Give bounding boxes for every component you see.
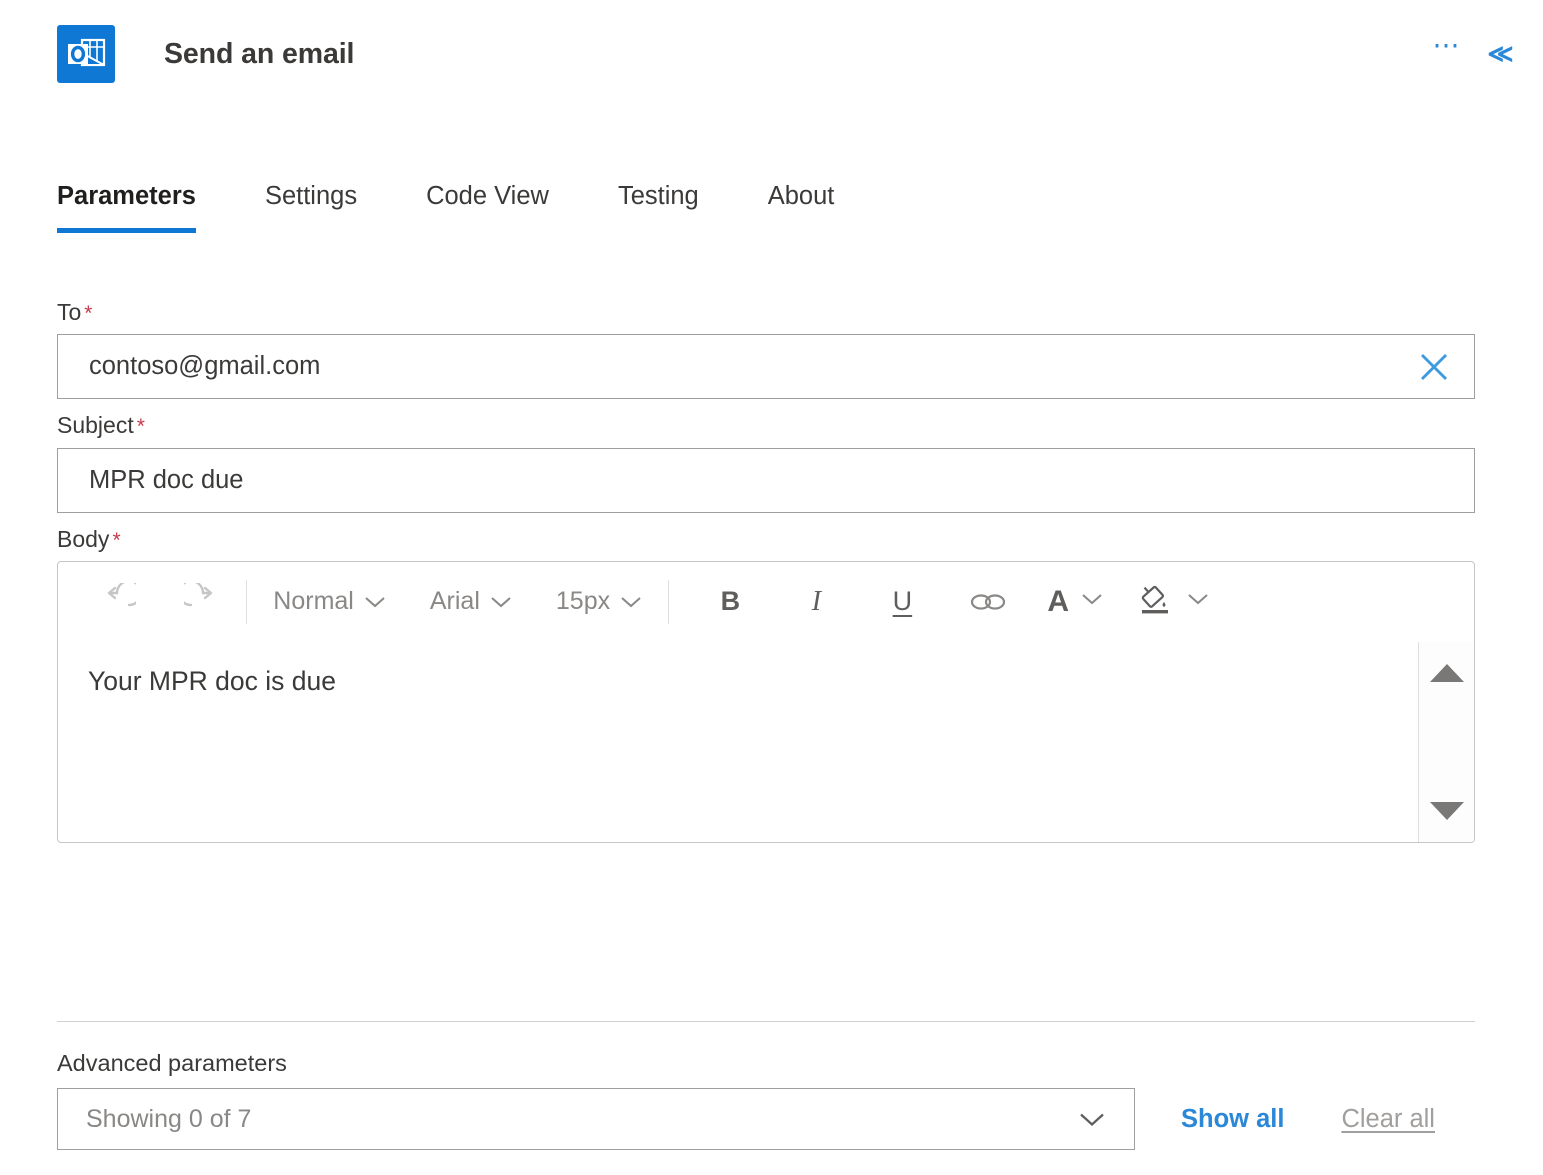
field-to-label: To *	[57, 299, 93, 325]
tab-testing[interactable]: Testing	[618, 178, 699, 233]
tab-about[interactable]: About	[768, 178, 835, 233]
chevron-down-icon	[490, 595, 512, 609]
undo-icon[interactable]	[90, 575, 144, 629]
bold-icon[interactable]: B	[703, 575, 757, 629]
italic-icon[interactable]: I	[789, 575, 843, 629]
tab-parameters[interactable]: Parameters	[57, 178, 196, 233]
font-family-value: Arial	[429, 587, 480, 616]
chevron-down-icon	[364, 595, 386, 609]
page-title: Send an email	[164, 37, 355, 70]
underline-label: U	[892, 586, 913, 617]
chevron-down-icon	[1081, 592, 1103, 611]
font-color-button[interactable]: A	[1047, 575, 1103, 629]
font-size-value: 15px	[555, 587, 611, 616]
close-icon[interactable]	[1416, 349, 1452, 385]
clear-all-link[interactable]: Clear all	[1341, 1105, 1435, 1134]
parameters-form: To* Subject* Body*	[57, 299, 1475, 851]
editor-scrollbar[interactable]	[1418, 641, 1474, 842]
chevron-down-icon	[1078, 1111, 1106, 1128]
link-icon[interactable]	[961, 575, 1015, 629]
advanced-parameters-label: Advanced parameters	[57, 1050, 287, 1076]
paragraph-style-value: Normal	[273, 587, 354, 616]
required-asterisk: *	[112, 528, 121, 552]
double-chevron-left-icon: ≪	[1487, 40, 1513, 68]
collapse-panel-button[interactable]: ≪	[1473, 28, 1525, 80]
tab-parameters-label: Parameters	[57, 182, 196, 210]
advanced-parameters-section: Advanced parameters Showing 0 of 7 Show …	[57, 1050, 1475, 1150]
tab-settings-label: Settings	[264, 182, 358, 210]
editor-body-text[interactable]: Your MPR doc is due	[88, 664, 1444, 698]
tab-settings[interactable]: Settings	[265, 178, 357, 233]
to-input-shell[interactable]	[57, 334, 1475, 400]
tab-code-view[interactable]: Code View	[426, 178, 549, 233]
tab-testing-label: Testing	[617, 182, 699, 210]
field-body-label: Body *	[57, 525, 121, 552]
outlook-icon	[57, 25, 115, 83]
underline-icon[interactable]: U	[875, 575, 929, 629]
section-divider	[57, 1021, 1475, 1023]
chevron-down-icon	[1187, 592, 1209, 611]
subject-input[interactable]	[58, 448, 1474, 512]
field-body: Body * Normal Arial 15px B I U A Your MP…	[57, 525, 1475, 843]
tab-bar: Parameters Settings Code View Testing Ab…	[57, 178, 834, 233]
highlight-color-button[interactable]	[1135, 575, 1209, 629]
subject-input-shell[interactable]	[57, 447, 1475, 513]
tab-code-view-label: Code View	[426, 182, 549, 210]
panel-header: Send an email ⋯ ≪	[0, 0, 1543, 108]
font-family-dropdown[interactable]: Arial	[420, 575, 522, 629]
redo-icon[interactable]	[176, 575, 230, 629]
field-subject-label: Subject *	[57, 412, 145, 439]
advanced-parameters-select[interactable]: Showing 0 of 7	[57, 1088, 1135, 1150]
to-input[interactable]	[58, 335, 1474, 399]
required-asterisk: *	[136, 415, 145, 439]
field-to: To *	[57, 299, 1475, 400]
triangle-up-icon[interactable]	[1429, 663, 1464, 682]
ellipsis-icon: ⋯	[1432, 30, 1462, 60]
more-options-button[interactable]: ⋯	[1421, 28, 1473, 80]
rich-text-editor: Normal Arial 15px B I U A Your MPR doc i…	[57, 560, 1475, 843]
show-all-link[interactable]: Show all	[1181, 1105, 1284, 1134]
font-color-icon: A	[1047, 584, 1070, 618]
triangle-down-icon[interactable]	[1429, 801, 1464, 820]
toolbar-divider	[668, 579, 670, 624]
required-asterisk: *	[84, 302, 93, 325]
editor-toolbar: Normal Arial 15px B I U A	[58, 562, 1474, 642]
header-identity: Send an email	[0, 25, 354, 83]
advanced-parameters-value: Showing 0 of 7	[86, 1104, 252, 1133]
font-size-dropdown[interactable]: 15px	[546, 575, 652, 629]
highlight-fill-icon	[1135, 579, 1175, 624]
bold-label: B	[720, 586, 741, 617]
italic-label: I	[811, 585, 822, 617]
editor-content-area[interactable]: Your MPR doc is due	[58, 641, 1474, 842]
field-subject: Subject *	[57, 412, 1475, 513]
advanced-parameters-row: Showing 0 of 7 Show all Clear all	[57, 1088, 1475, 1150]
paragraph-style-dropdown[interactable]: Normal	[263, 575, 396, 629]
toolbar-divider	[246, 579, 248, 624]
tab-about-label: About	[767, 182, 835, 210]
header-actions: ⋯ ≪	[1421, 28, 1525, 80]
chevron-down-icon	[620, 595, 642, 609]
